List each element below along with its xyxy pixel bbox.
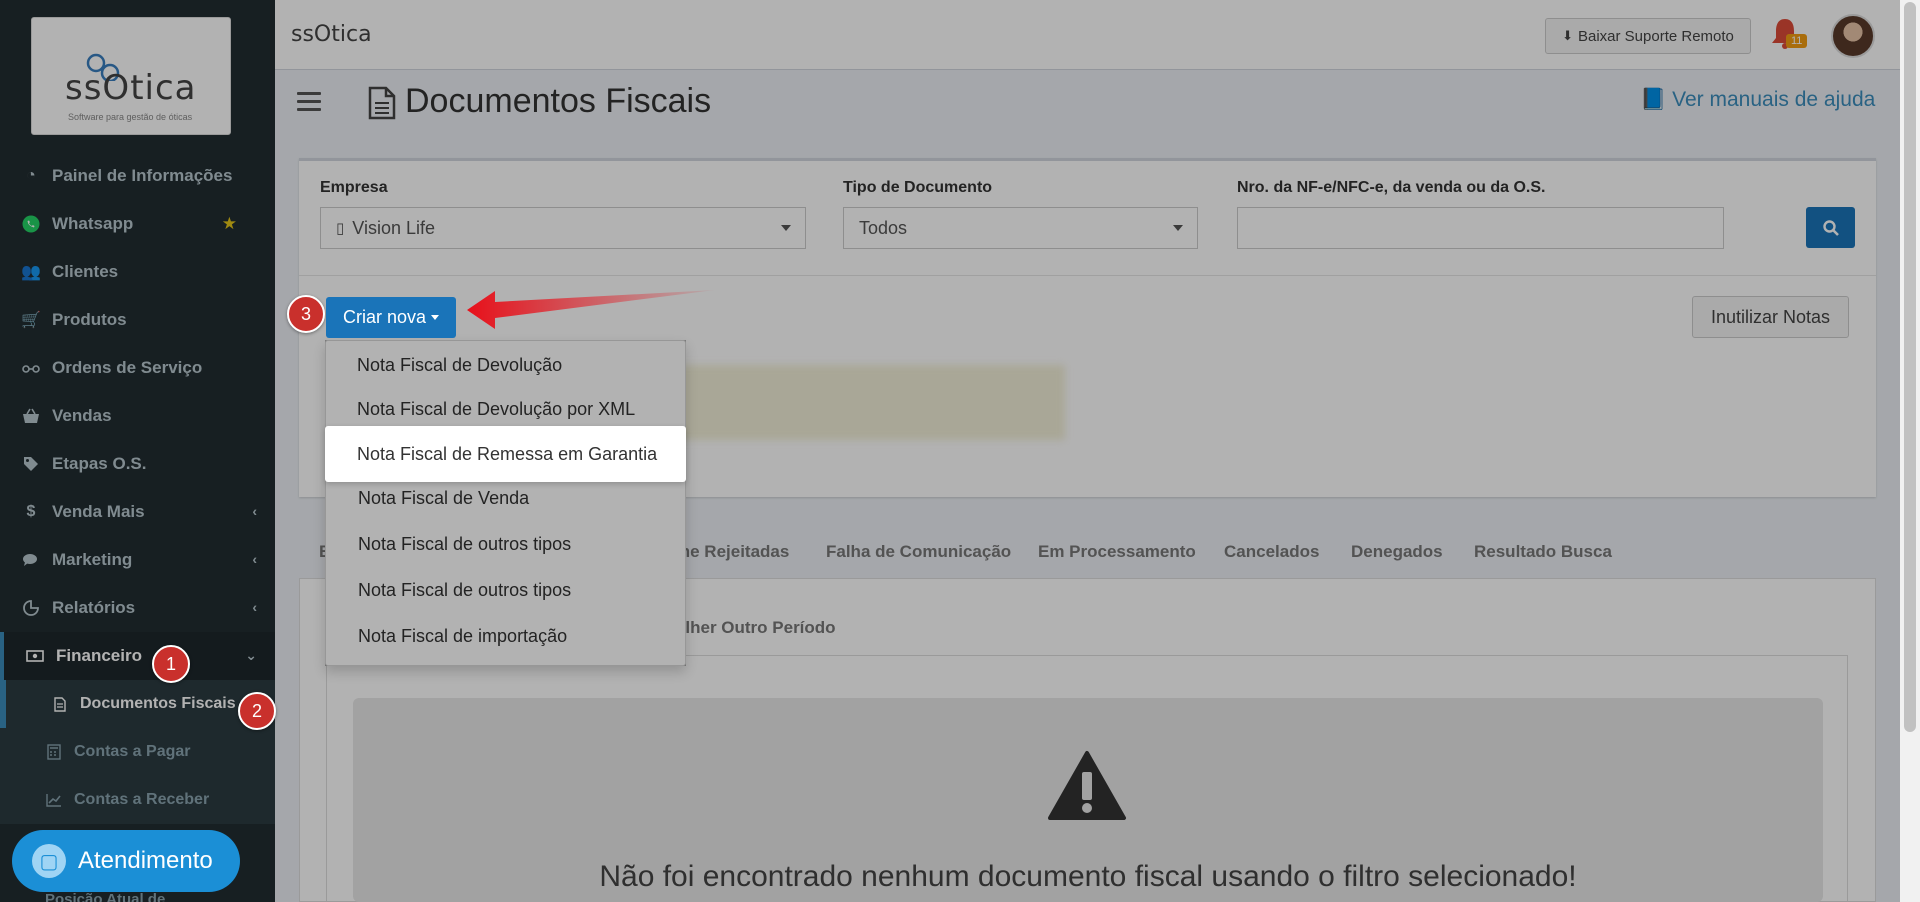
criar-nova-dropdown: Nota Fiscal de Devolução Nota Fiscal de …	[325, 340, 686, 666]
scrollbar-thumb[interactable]	[1904, 2, 1916, 732]
criar-nova-label: Criar nova	[342, 307, 427, 327]
atendimento-chat-button[interactable]: ▢ Atendimento	[12, 830, 240, 892]
pointer-arrow	[467, 290, 715, 329]
dropdown-item[interactable]: Nota Fiscal de outros tipos	[326, 521, 687, 567]
dropdown-item[interactable]: Nota Fiscal de outros tipos	[326, 567, 687, 613]
dropdown-item[interactable]: Nota Fiscal de Devolução	[326, 342, 687, 388]
book-chat-icon: ▢	[32, 844, 66, 878]
step-badge-1: 1	[152, 645, 190, 683]
focus-overlay	[0, 0, 1900, 902]
dropdown-item-remessa-garantia[interactable]: Nota Fiscal de Remessa em Garantia	[325, 426, 686, 482]
criar-nova-button[interactable]: Criar nova	[326, 297, 456, 338]
step-badge-2: 2	[238, 692, 276, 730]
step-badge-3: 3	[287, 295, 325, 333]
page-scrollbar[interactable]	[1900, 0, 1920, 902]
dropdown-item[interactable]: Nota Fiscal de importação	[326, 613, 687, 659]
caret-down-icon	[431, 315, 440, 320]
atendimento-label: Atendimento	[78, 847, 213, 874]
